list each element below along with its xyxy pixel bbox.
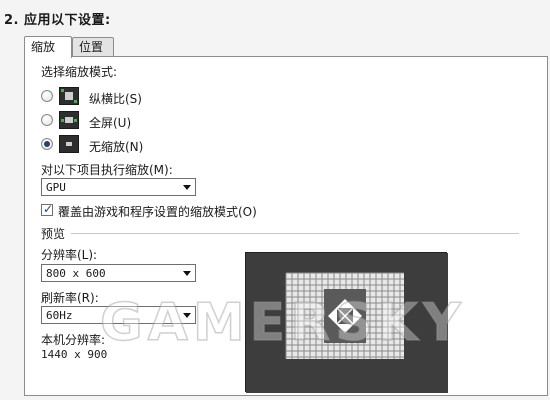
- resolution-value: 800 x 600: [46, 267, 106, 280]
- scaling-panel: 选择缩放模式: 纵横比(S) 全屏(U) 无缩放(N) 对以下项目执行缩放(M)…: [24, 56, 548, 396]
- preview-test-pattern: [246, 253, 448, 393]
- perform-scaling-label: 对以下项目执行缩放(M):: [41, 163, 173, 177]
- override-checkbox[interactable]: ✓: [41, 202, 54, 216]
- checkmark-icon: ✓: [43, 202, 54, 216]
- scaling-preview: [245, 252, 448, 393]
- preview-divider: [71, 233, 519, 234]
- fullscreen-label[interactable]: 全屏(U): [89, 114, 131, 131]
- perform-scaling-value: GPU: [46, 181, 66, 194]
- resolution-select[interactable]: 800 x 600: [41, 264, 196, 282]
- refresh-value: 60Hz: [46, 309, 73, 322]
- native-resolution-value: 1440 x 900: [41, 348, 108, 361]
- chevron-down-icon: [183, 313, 191, 318]
- scaling-mode-heading: 选择缩放模式:: [41, 65, 118, 79]
- perform-scaling-select[interactable]: GPU: [41, 178, 196, 196]
- fullscreen-icon: [59, 111, 79, 129]
- radio-fullscreen[interactable]: [41, 114, 53, 126]
- tab-position[interactable]: 位置: [72, 37, 114, 57]
- radio-aspect-ratio[interactable]: [41, 90, 53, 102]
- section-title: 2. 应用以下设置:: [4, 13, 111, 28]
- override-label[interactable]: 覆盖由游戏和程序设置的缩放模式(O): [58, 203, 257, 220]
- refresh-label: 刷新率(R):: [41, 291, 99, 305]
- native-resolution-label: 本机分辨率:: [41, 333, 106, 347]
- no-scaling-icon: [59, 135, 79, 153]
- refresh-select[interactable]: 60Hz: [41, 306, 196, 324]
- tab-scaling[interactable]: 缩放: [24, 36, 72, 58]
- aspect-ratio-icon: [59, 87, 79, 105]
- resolution-label: 分辨率(L):: [41, 248, 98, 262]
- radio-no-scaling[interactable]: [41, 138, 53, 150]
- no-scaling-label[interactable]: 无缩放(N): [89, 138, 143, 155]
- aspect-ratio-label[interactable]: 纵横比(S): [89, 90, 142, 107]
- chevron-down-icon: [183, 271, 191, 276]
- settings-frame: 2. 应用以下设置: 缩放 位置 选择缩放模式: 纵横比(S) 全屏(U) 无缩…: [0, 0, 550, 400]
- chevron-down-icon: [183, 185, 191, 190]
- preview-heading: 预览: [41, 227, 66, 241]
